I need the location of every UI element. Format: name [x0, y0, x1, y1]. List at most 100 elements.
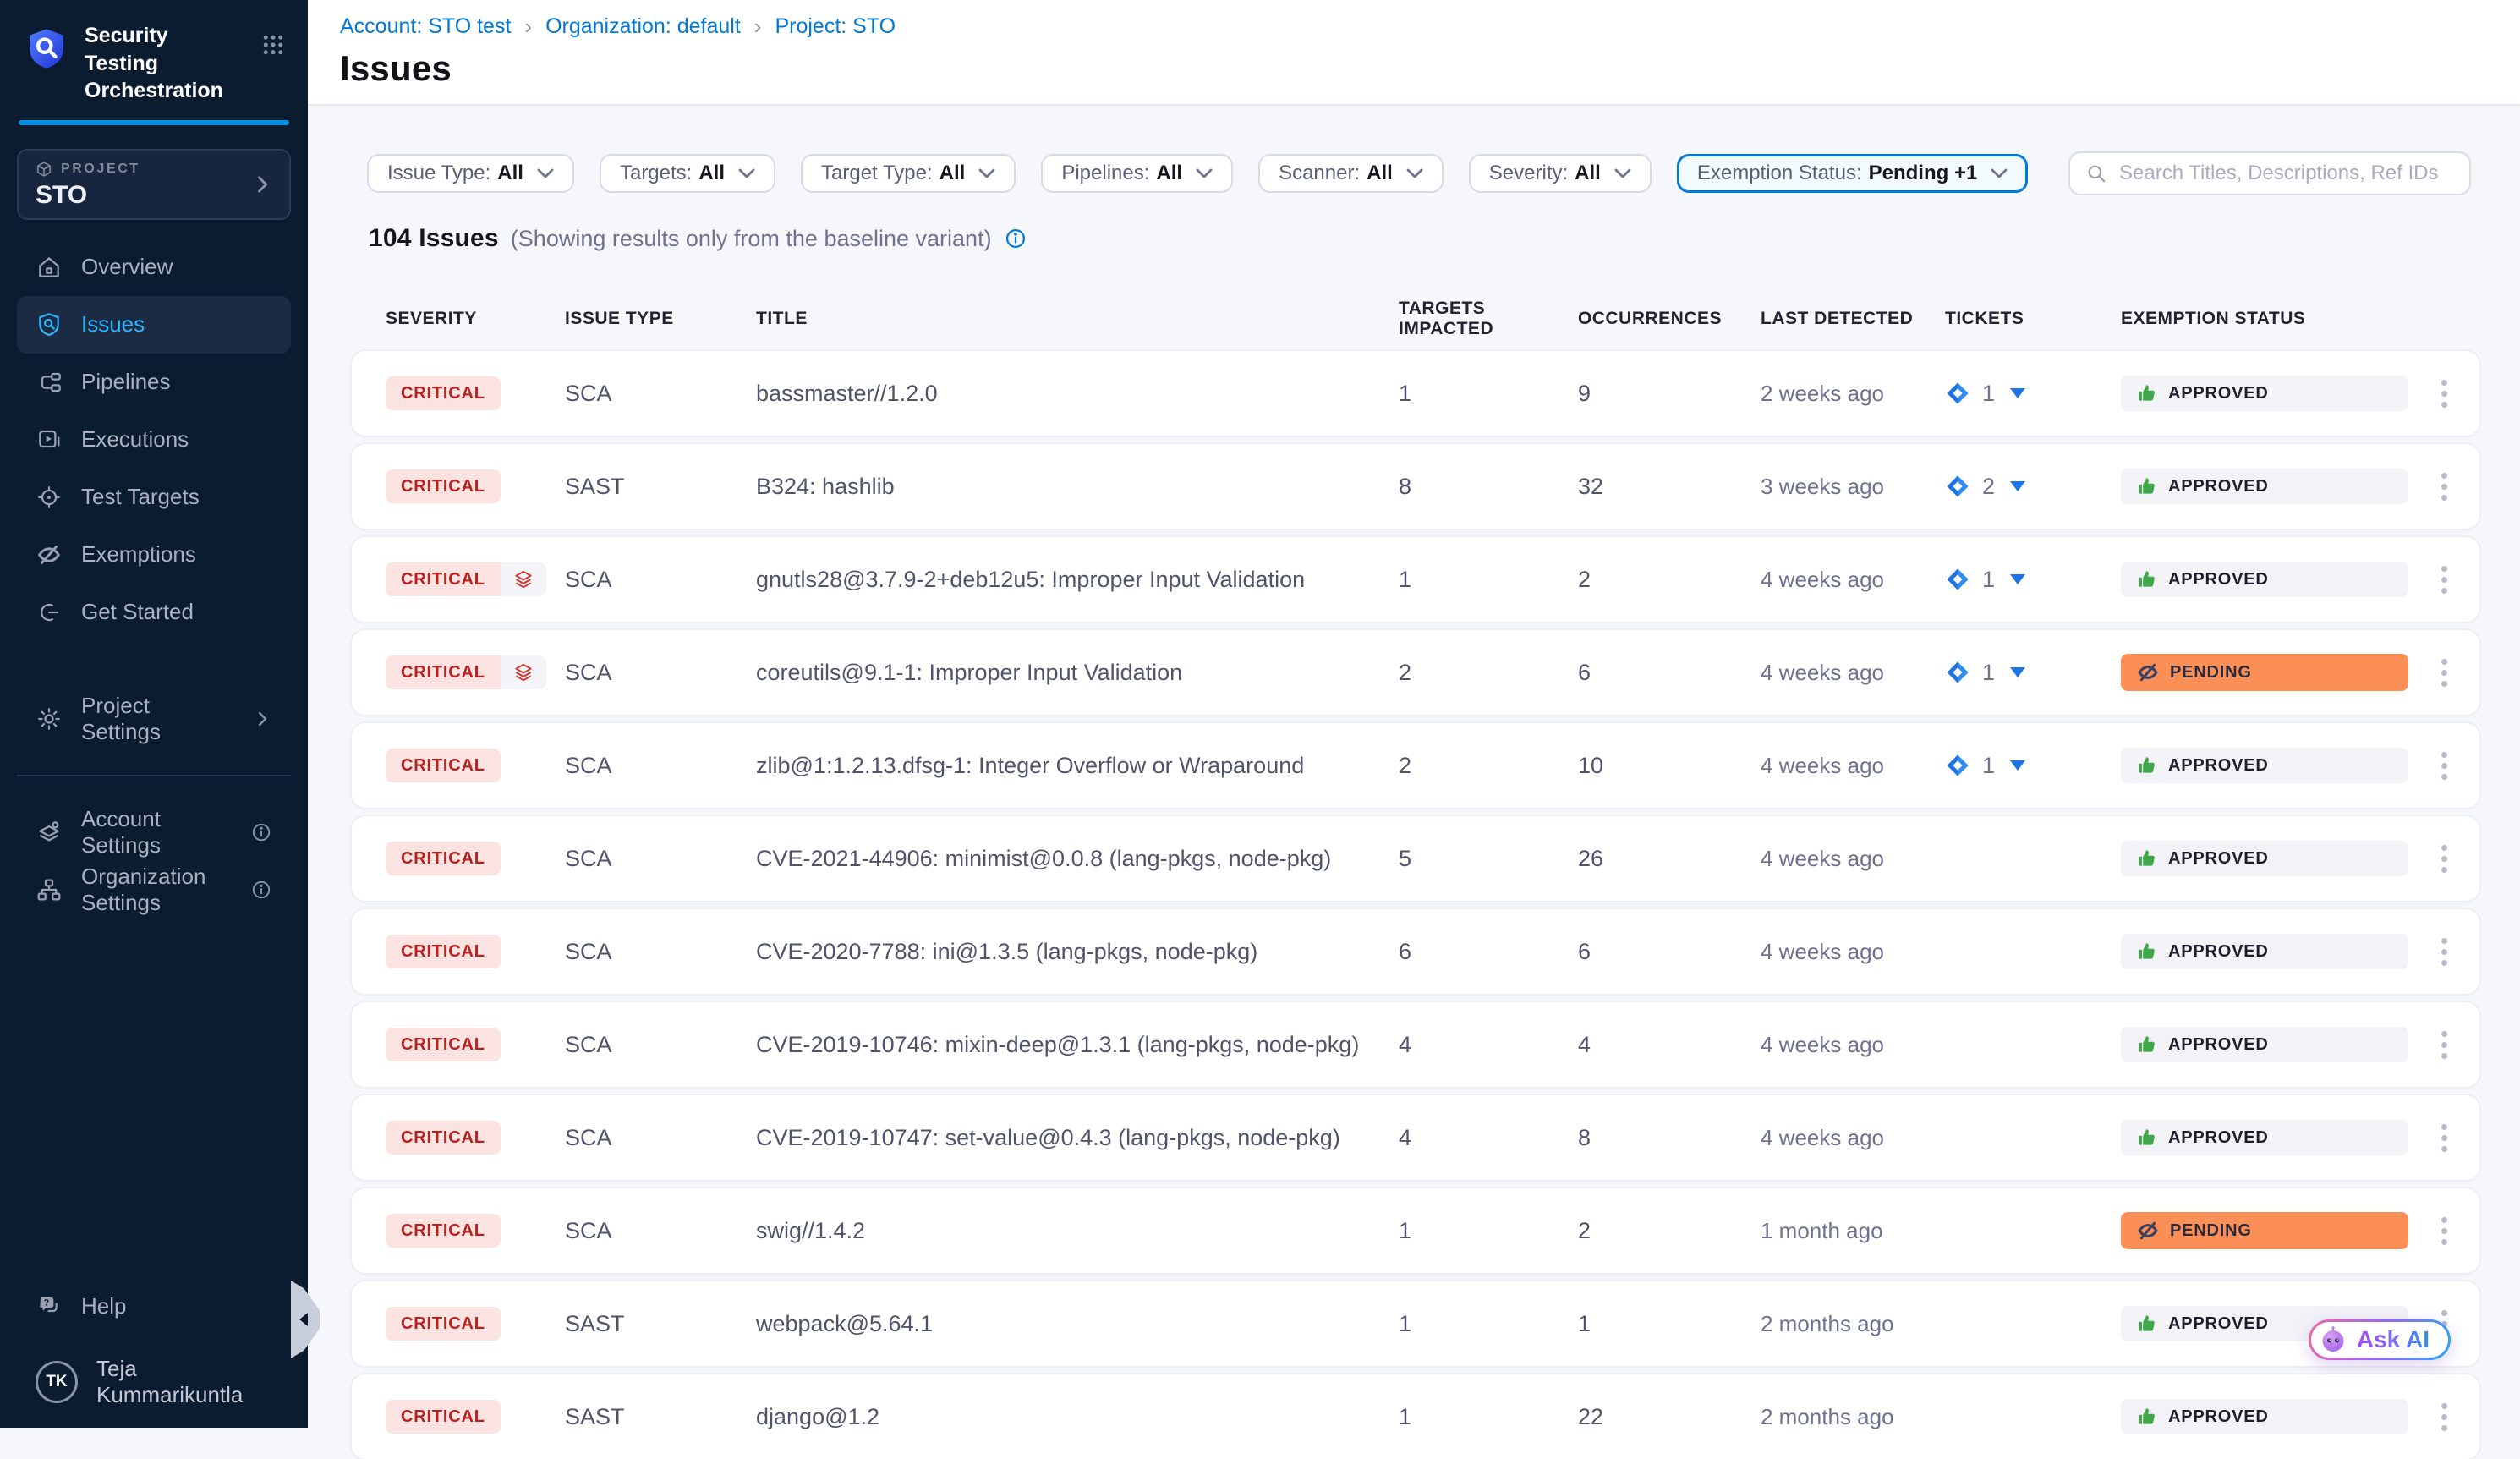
chevron-right-icon [250, 173, 274, 196]
issues-count-line: 104 Issues (Showing results only from th… [369, 224, 2520, 253]
last-detected-value: 4 weeks ago [1761, 660, 1945, 686]
issue-row[interactable]: CRITICALSCAbassmaster//1.2.0192 weeks ag… [352, 351, 2479, 436]
stacked-layers-icon [501, 562, 546, 596]
ticket-chip[interactable]: 1 [1945, 567, 2121, 593]
filter-targets[interactable]: Targets:All [600, 154, 775, 193]
status-label: APPROVED [2168, 754, 2269, 776]
ticket-chip[interactable]: 2 [1945, 474, 2121, 500]
filter-label: Pipelines: [1061, 162, 1149, 185]
exemption-status-badge: APPROVED [2121, 469, 2408, 504]
row-menu-button[interactable] [2428, 838, 2461, 880]
sidebar-item-account-settings[interactable]: Account Settings [17, 804, 291, 861]
filter-pipelines[interactable]: Pipelines:All [1041, 154, 1233, 193]
ticket-chip[interactable]: 1 [1945, 660, 2121, 686]
ticket-caret-icon[interactable] [2010, 574, 2025, 584]
filter-target-type[interactable]: Target Type:All [801, 154, 1016, 193]
sidebar-item-exemptions[interactable]: Exemptions [17, 526, 291, 584]
filter-scanner[interactable]: Scanner: All [1258, 154, 1444, 193]
last-detected-value: 4 weeks ago [1761, 846, 1945, 872]
project-label: PROJECT [61, 162, 140, 177]
sidebar-item-pipelines[interactable]: Pipelines [17, 354, 291, 411]
issue-row[interactable]: CRITICALSASTB324: hashlib8323 weeks ago2… [352, 444, 2479, 529]
row-menu-button[interactable] [2428, 745, 2461, 787]
ticket-caret-icon[interactable] [2010, 760, 2025, 771]
search-icon [2085, 162, 2107, 184]
issue-row[interactable]: CRITICALSASTdjango@1.21222 months agoAPP… [352, 1374, 2479, 1459]
ticket-chip[interactable]: 1 [1945, 381, 2121, 407]
issue-row[interactable]: CRITICALSCAcoreutils@9.1-1: Improper Inp… [352, 630, 2479, 715]
targets-impacted-value: 1 [1399, 1218, 1578, 1244]
filter-severity[interactable]: Severity:All [1469, 154, 1652, 193]
issue-row[interactable]: CRITICALSCACVE-2019-10746: mixin-deep@1.… [352, 1002, 2479, 1087]
issue-row[interactable]: CRITICALSCACVE-2020-7788: ini@1.3.5 (lan… [352, 909, 2479, 994]
module-accent-bar [19, 120, 289, 125]
sidebar-nav: Overview Issues Pipelines Executions Tes… [0, 239, 308, 919]
row-menu-button[interactable] [2428, 559, 2461, 601]
shield-search-icon [36, 311, 63, 338]
svg-text:?: ? [44, 1297, 50, 1308]
ticket-caret-icon[interactable] [2010, 667, 2025, 677]
ticket-caret-icon[interactable] [2010, 388, 2025, 398]
filter-exemption-status[interactable]: Exemption Status:Pending +1 [1677, 154, 2028, 193]
row-menu-button[interactable] [2428, 1210, 2461, 1252]
jira-icon [1945, 660, 1970, 685]
thumbs-up-icon [2136, 382, 2158, 404]
ticket-caret-icon[interactable] [2010, 481, 2025, 491]
breadcrumb-organization-link[interactable]: Organization: default [545, 14, 741, 39]
column-header: ISSUE TYPE [565, 309, 756, 329]
chevron-down-icon [1614, 168, 1631, 178]
issue-title: swig//1.4.2 [756, 1218, 1399, 1244]
thumbs-up-icon [2136, 1127, 2158, 1149]
info-icon[interactable] [250, 879, 272, 901]
filter-label: Scanner: [1279, 162, 1360, 185]
project-selector[interactable]: PROJECT STO [17, 149, 291, 220]
ticket-chip[interactable]: 1 [1945, 753, 2121, 779]
search-input[interactable] [2119, 162, 2454, 185]
issue-row[interactable]: CRITICALSASTwebpack@5.64.1112 months ago… [352, 1281, 2479, 1366]
sidebar-item-overview[interactable]: Overview [17, 239, 291, 296]
filter-value: All [1367, 162, 1393, 185]
account-settings-icon [36, 819, 63, 846]
ask-ai-button[interactable]: Ask AI [2309, 1319, 2451, 1360]
chevron-down-icon [1196, 168, 1213, 178]
sidebar-item-project-settings[interactable]: Project Settings [17, 690, 291, 748]
issue-row[interactable]: CRITICALSCACVE-2019-10747: set-value@0.4… [352, 1095, 2479, 1180]
app-title: Security Testing Orchestration [85, 22, 247, 105]
exemption-status-badge: APPROVED [2121, 748, 2408, 783]
chevron-down-icon [978, 168, 995, 178]
issue-row[interactable]: CRITICALSCAzlib@1:1.2.13.dfsg-1: Integer… [352, 723, 2479, 808]
status-label: APPROVED [2168, 1406, 2269, 1428]
issue-row[interactable]: CRITICALSCAswig//1.4.2121 month agoPENDI… [352, 1188, 2479, 1273]
chevron-right-icon [252, 709, 272, 729]
row-menu-button[interactable] [2428, 466, 2461, 507]
issue-row[interactable]: CRITICALSCACVE-2021-44906: minimist@0.0.… [352, 816, 2479, 901]
help-button[interactable]: ? Help [17, 1277, 291, 1335]
sidebar-item-executions[interactable]: Executions [17, 411, 291, 469]
column-header: LAST DETECTED [1761, 309, 1945, 329]
row-menu-button[interactable] [2428, 1024, 2461, 1066]
row-menu-button[interactable] [2428, 931, 2461, 973]
issue-title: zlib@1:1.2.13.dfsg-1: Integer Overflow o… [756, 753, 1399, 779]
search-box[interactable] [2068, 151, 2471, 195]
issue-row[interactable]: CRITICALSCAgnutls28@3.7.9-2+deb12u5: Imp… [352, 537, 2479, 622]
row-menu-button[interactable] [2428, 373, 2461, 414]
info-icon[interactable] [1004, 227, 1027, 250]
row-menu-button[interactable] [2428, 652, 2461, 694]
sidebar-item-issues[interactable]: Issues [17, 296, 291, 354]
sidebar-item-test-targets[interactable]: Test Targets [17, 469, 291, 526]
sidebar-item-organization-settings[interactable]: Organization Settings [17, 861, 291, 919]
breadcrumb-project-link[interactable]: Project: STO [775, 14, 896, 39]
filter-issue-type[interactable]: Issue Type:All [367, 154, 574, 193]
filter-value: All [1575, 162, 1601, 185]
exemption-status-badge: APPROVED [2121, 1399, 2408, 1434]
row-menu-button[interactable] [2428, 1396, 2461, 1438]
module-grid-icon[interactable] [260, 32, 286, 58]
filter-label: Targets: [620, 162, 692, 185]
row-menu-button[interactable] [2428, 1117, 2461, 1159]
breadcrumb-account-link[interactable]: Account: STO test [340, 14, 511, 39]
info-icon[interactable] [250, 821, 272, 843]
issue-title: B324: hashlib [756, 474, 1399, 500]
ticket-count: 1 [1982, 753, 1995, 779]
sidebar-item-get-started[interactable]: Get Started [17, 584, 291, 641]
user-menu[interactable]: TK Teja Kummarikuntla [17, 1353, 291, 1411]
